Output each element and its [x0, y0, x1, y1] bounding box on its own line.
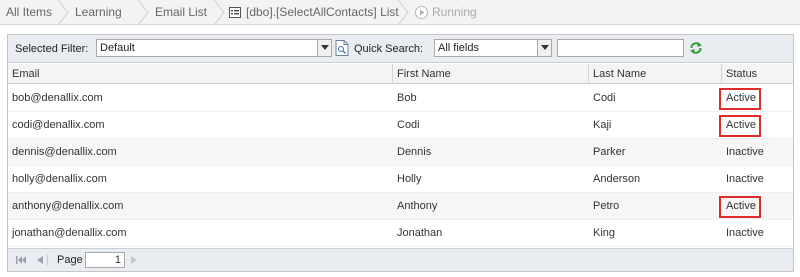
first-page-icon[interactable] [16, 255, 26, 265]
cell-last-name: Codi [593, 92, 616, 104]
cell-last-name: Kaji [593, 119, 612, 131]
selected-filter-label: Selected Filter: [15, 43, 89, 55]
search-field-dropdown[interactable]: All fields [434, 39, 552, 57]
cell-first-name: Holly [397, 173, 422, 185]
search-field-value: All fields [438, 42, 479, 54]
status-highlight-box [719, 115, 761, 137]
breadcrumb-separator-icon [136, 0, 150, 25]
refresh-icon[interactable] [689, 41, 703, 55]
filter-dropdown-value: Default [100, 42, 135, 54]
cell-email: codi@denallix.com [12, 119, 105, 131]
breadcrumb-email-list[interactable]: Email List [155, 0, 207, 25]
breadcrumb-select-all-contacts[interactable]: [dbo].[SelectAllContacts] List [246, 0, 399, 25]
grid-pager: Page 1 [8, 248, 793, 271]
cell-first-name: Bob [397, 92, 417, 104]
page-label: Page [57, 254, 83, 266]
quick-search-label: Quick Search: [354, 43, 424, 55]
table-row[interactable]: jonathan@denallix.com Jonathan King Inac… [8, 220, 793, 247]
cell-last-name: Petro [593, 200, 620, 212]
breadcrumb: All Items Learning Email List [dbo].[Sel… [0, 0, 800, 25]
cell-last-name: King [593, 227, 616, 239]
table-row[interactable]: anthony@denallix.com Anthony Petro Activ… [8, 193, 793, 220]
cell-email: anthony@denallix.com [12, 200, 124, 212]
breadcrumb-separator-icon [56, 0, 70, 25]
column-header-last-name[interactable]: Last Name [589, 64, 722, 84]
table-row[interactable]: holly@denallix.com Holly Anderson Inacti… [8, 166, 793, 193]
quick-search-input[interactable] [557, 39, 684, 57]
column-header-first-name[interactable]: First Name [393, 64, 589, 84]
column-header-status[interactable]: Status [722, 64, 793, 84]
cell-email: bob@denallix.com [12, 92, 103, 104]
table-row[interactable]: dennis@denallix.com Dennis Parker Inacti… [8, 139, 793, 166]
cell-email: holly@denallix.com [12, 173, 107, 185]
breadcrumb-separator-icon [212, 0, 226, 25]
cell-email: jonathan@denallix.com [12, 227, 127, 239]
document-search-icon[interactable] [335, 40, 349, 56]
cell-first-name: Jonathan [397, 227, 443, 239]
cell-status: Inactive [726, 173, 764, 185]
cell-status: Inactive [726, 146, 764, 158]
cell-email: dennis@denallix.com [12, 146, 117, 158]
table-row[interactable]: bob@denallix.com Bob Codi Active [8, 85, 793, 112]
column-header-email[interactable]: Email [8, 64, 393, 84]
cell-first-name: Codi [397, 119, 420, 131]
contacts-grid: Selected Filter: Default Quick Search: A… [7, 34, 794, 272]
chevron-down-icon[interactable] [537, 40, 551, 56]
cell-first-name: Anthony [397, 200, 438, 212]
breadcrumb-all-items[interactable]: All Items [6, 0, 52, 25]
table-row[interactable]: codi@denallix.com Codi Kaji Active [8, 112, 793, 139]
breadcrumb-separator-icon [396, 0, 410, 25]
cell-last-name: Anderson [593, 173, 641, 185]
play-icon [415, 6, 428, 19]
breadcrumb-learning[interactable]: Learning [75, 0, 122, 25]
previous-page-icon[interactable] [35, 255, 45, 265]
cell-first-name: Dennis [397, 146, 432, 158]
list-icon [229, 7, 241, 18]
cell-status: Inactive [726, 227, 764, 239]
status-highlight-box [719, 88, 761, 110]
next-page-icon[interactable] [129, 255, 139, 265]
chevron-down-icon[interactable] [317, 40, 331, 56]
table-header: Email First Name Last Name Status [8, 64, 793, 84]
status-highlight-box [719, 196, 761, 218]
filter-dropdown[interactable]: Default [96, 39, 332, 57]
pager-separator [47, 255, 48, 265]
breadcrumb-running: Running [432, 5, 477, 19]
grid-toolbar: Selected Filter: Default Quick Search: A… [8, 35, 793, 63]
cell-last-name: Parker [593, 146, 626, 158]
page-number-input[interactable]: 1 [85, 252, 125, 268]
